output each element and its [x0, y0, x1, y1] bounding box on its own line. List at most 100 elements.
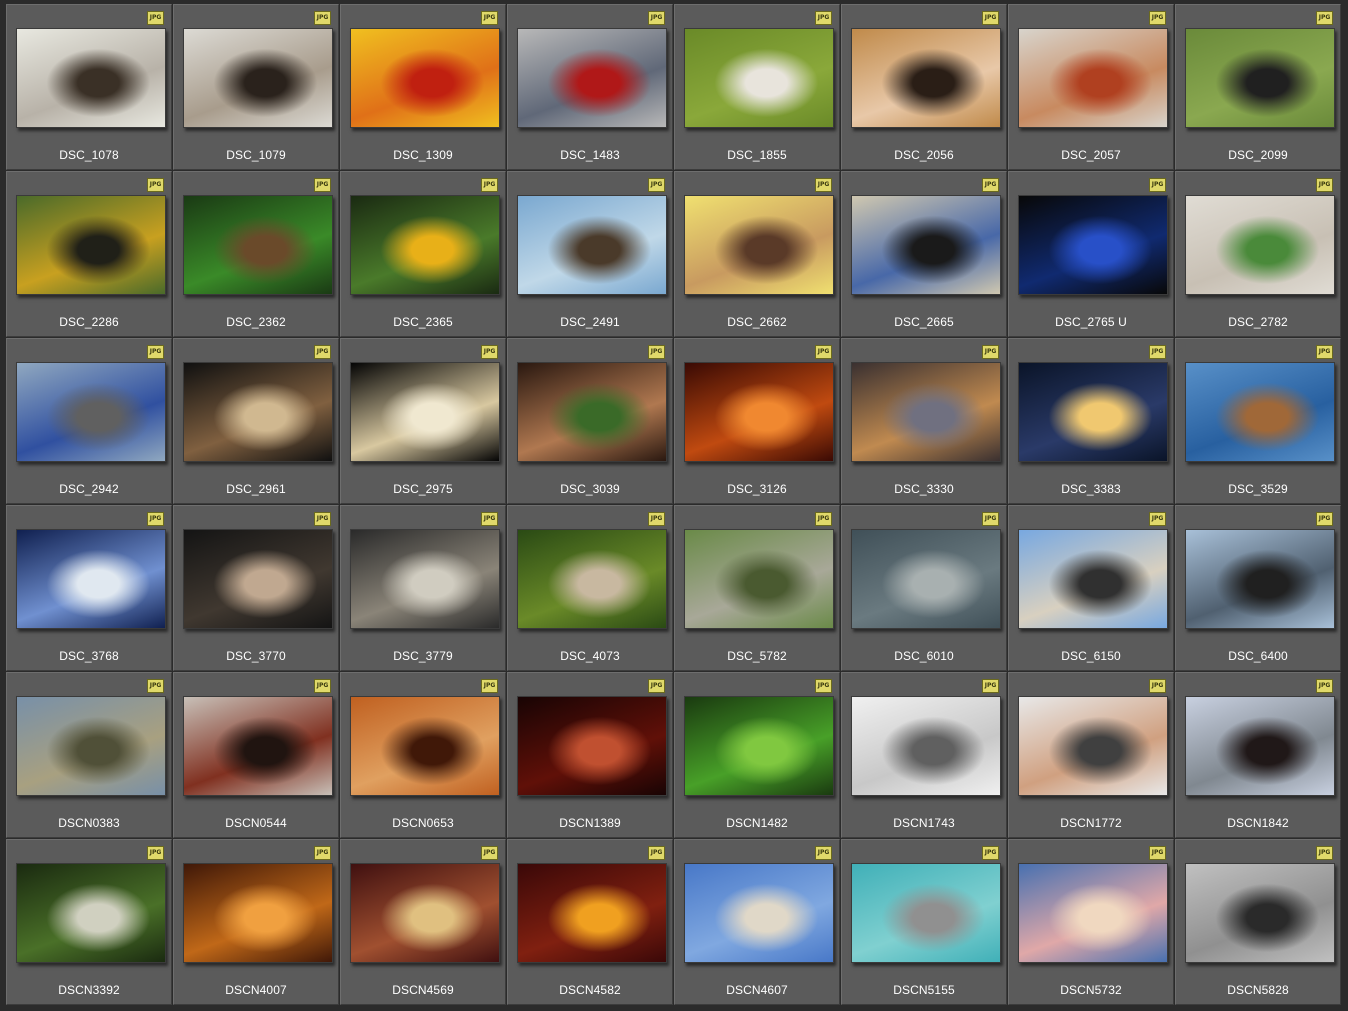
thumbnail-cell[interactable]: JPG DSC_2362 — [173, 171, 339, 337]
thumbnail-cell[interactable]: JPG DSCN4569 — [340, 839, 506, 1005]
photo-man-at-sunset-pier[interactable] — [1018, 863, 1168, 963]
thumbnail-cell[interactable]: JPG DSCN4607 — [674, 839, 840, 1005]
photo-mirror-selfie-camera[interactable] — [851, 195, 1001, 295]
thumbnail-cell[interactable]: JPG DSC_5782 — [674, 505, 840, 671]
thumbnail-cell[interactable]: JPG DSC_6010 — [841, 505, 1007, 671]
filename-label: DSC_4073 — [560, 649, 620, 663]
thumbnail-cell[interactable]: JPG DSC_2057 — [1008, 4, 1174, 170]
thumbnail-cell[interactable]: JPG DSC_2056 — [841, 4, 1007, 170]
photo-man-on-shore[interactable] — [1185, 863, 1335, 963]
photo-silhouettes-glass[interactable] — [183, 696, 333, 796]
thumbnail-cell[interactable]: JPG DSCN0653 — [340, 672, 506, 838]
thumbnail-cell[interactable]: JPG DSC_2491 — [507, 171, 673, 337]
photo-rocks-reflection[interactable] — [1185, 529, 1335, 629]
thumbnail-cell[interactable]: JPG DSCN1743 — [841, 672, 1007, 838]
thumbnail-cell[interactable]: JPG DSCN4582 — [507, 839, 673, 1005]
photo-shop-at-night[interactable] — [183, 362, 333, 462]
photo-event-hall[interactable] — [350, 529, 500, 629]
thumbnail-cell[interactable]: JPG DSC_1855 — [674, 4, 840, 170]
photo-toucans[interactable] — [350, 195, 500, 295]
photo-man-on-mountain[interactable] — [16, 696, 166, 796]
thumbnail-cell[interactable]: JPG DSC_2662 — [674, 171, 840, 337]
filename-label: DSC_6150 — [1061, 649, 1121, 663]
photo-blue-sports-car[interactable] — [1018, 195, 1168, 295]
jpg-badge-icon: JPG — [314, 11, 331, 25]
thumbnail-cell[interactable]: JPG DSC_6150 — [1008, 505, 1174, 671]
photo-man-face-dark[interactable] — [517, 696, 667, 796]
thumbnail-cell[interactable]: JPG DSCN1389 — [507, 672, 673, 838]
photo-lizard-on-rock[interactable] — [517, 529, 667, 629]
photo-brewery-sign[interactable] — [183, 863, 333, 963]
photo-woman-sea-view[interactable] — [1185, 362, 1335, 462]
thumbnail-cell[interactable]: JPG DSC_2286 — [6, 171, 172, 337]
photo-cistern-columns[interactable] — [684, 362, 834, 462]
thumbnail-cell[interactable]: JPG DSC_3770 — [173, 505, 339, 671]
thumbnail-cell[interactable]: JPG DSC_1309 — [340, 4, 506, 170]
photo-woman-with-glasses[interactable] — [684, 195, 834, 295]
photo-bar-photographers[interactable] — [183, 529, 333, 629]
photo-orchid-flowers[interactable] — [350, 28, 500, 128]
thumbnail-cell[interactable]: JPG DSC_2099 — [1175, 4, 1341, 170]
photo-woman-at-table[interactable] — [183, 28, 333, 128]
thumbnail-cell[interactable]: JPG DSC_2365 — [340, 171, 506, 337]
photo-man-on-beach[interactable] — [1018, 529, 1168, 629]
thumbnail-cell[interactable]: JPG DSCN5155 — [841, 839, 1007, 1005]
thumbnail-cell[interactable]: JPG DSCN4007 — [173, 839, 339, 1005]
thumbnail-cell[interactable]: JPG DSC_2942 — [6, 338, 172, 504]
photo-blue-mosque-night[interactable] — [1018, 362, 1168, 462]
photo-buddha-statue[interactable] — [517, 863, 667, 963]
thumbnail-cell[interactable]: JPG DSCN1482 — [674, 672, 840, 838]
photo-forest-stream[interactable] — [16, 863, 166, 963]
thumbnail-cell[interactable]: JPG DSC_2975 — [340, 338, 506, 504]
thumbnail-cell[interactable]: JPG DSCN1842 — [1175, 672, 1341, 838]
jpg-badge-icon: JPG — [147, 512, 164, 526]
thumbnail-cell[interactable]: JPG DSC_1078 — [6, 4, 172, 170]
photo-illuminated-fountain[interactable] — [350, 362, 500, 462]
thumbnail-cell[interactable]: JPG DSCN0544 — [173, 672, 339, 838]
thumbnail-cell[interactable]: JPG DSC_3330 — [841, 338, 1007, 504]
thumbnail-cell[interactable]: JPG DSC_2961 — [173, 338, 339, 504]
thumbnail-cell[interactable]: JPG DSC_3383 — [1008, 338, 1174, 504]
thumbnail-cell[interactable]: JPG DSC_2765 U — [1008, 171, 1174, 337]
thumbnail-cell[interactable]: JPG DSCN3392 — [6, 839, 172, 1005]
thumbnail-cell[interactable]: JPG DSC_4073 — [507, 505, 673, 671]
thumbnail-cell[interactable]: JPG DSC_3779 — [340, 505, 506, 671]
photo-two-faces-closeup[interactable] — [350, 696, 500, 796]
photo-man-in-kitchen[interactable] — [851, 28, 1001, 128]
photo-kart-driver-waving[interactable] — [517, 28, 667, 128]
thumbnail-cell[interactable]: JPG DSC_3126 — [674, 338, 840, 504]
photo-snowy-house[interactable] — [851, 696, 1001, 796]
thumbnail-cell[interactable]: JPG DSC_2665 — [841, 171, 1007, 337]
photo-temple-ceiling[interactable] — [350, 863, 500, 963]
thumbnail-cell[interactable]: JPG DSC_6400 — [1175, 505, 1341, 671]
thumbnail-cell[interactable]: JPG DSC_3039 — [507, 338, 673, 504]
photo-woman-in-kitchen[interactable] — [1185, 195, 1335, 295]
photo-vodka-bottles[interactable] — [16, 529, 166, 629]
photo-penguin[interactable] — [1185, 28, 1335, 128]
photo-bulldog-on-grass[interactable] — [684, 28, 834, 128]
thumbnail-cell[interactable]: JPG DSCN1772 — [1008, 672, 1174, 838]
photo-bald-man-glasses[interactable] — [1018, 696, 1168, 796]
thumbnail-cell[interactable]: JPG DSC_3529 — [1175, 338, 1341, 504]
thumbnail-cell[interactable]: JPG DSC_1079 — [173, 4, 339, 170]
thumbnail-cell[interactable]: JPG DSC_2782 — [1175, 171, 1341, 337]
thumbnail-cell[interactable]: JPG DSC_3768 — [6, 505, 172, 671]
photo-bridge-fishermen[interactable] — [16, 362, 166, 462]
photo-seal-on-rock[interactable] — [517, 195, 667, 295]
photo-squirrel-monkey[interactable] — [16, 195, 166, 295]
thumbnail-cell[interactable]: JPG DSCN0383 — [6, 672, 172, 838]
photo-group-winter-city[interactable] — [1185, 696, 1335, 796]
photo-seagull-over-water[interactable] — [851, 529, 1001, 629]
thumbnail-cell[interactable]: JPG DSCN5732 — [1008, 839, 1174, 1005]
photo-green-iguana[interactable] — [183, 195, 333, 295]
photo-man-with-hat-rocks[interactable] — [684, 529, 834, 629]
photo-man-at-table[interactable] — [16, 28, 166, 128]
photo-temple-of-heaven[interactable] — [684, 863, 834, 963]
photo-street-at-dusk[interactable] — [851, 362, 1001, 462]
photo-cave-opening[interactable] — [517, 362, 667, 462]
thumbnail-cell[interactable]: JPG DSC_1483 — [507, 4, 673, 170]
photo-green-leaves[interactable] — [684, 696, 834, 796]
photo-dolphin[interactable] — [851, 863, 1001, 963]
thumbnail-cell[interactable]: JPG DSCN5828 — [1175, 839, 1341, 1005]
photo-woman-laughing[interactable] — [1018, 28, 1168, 128]
